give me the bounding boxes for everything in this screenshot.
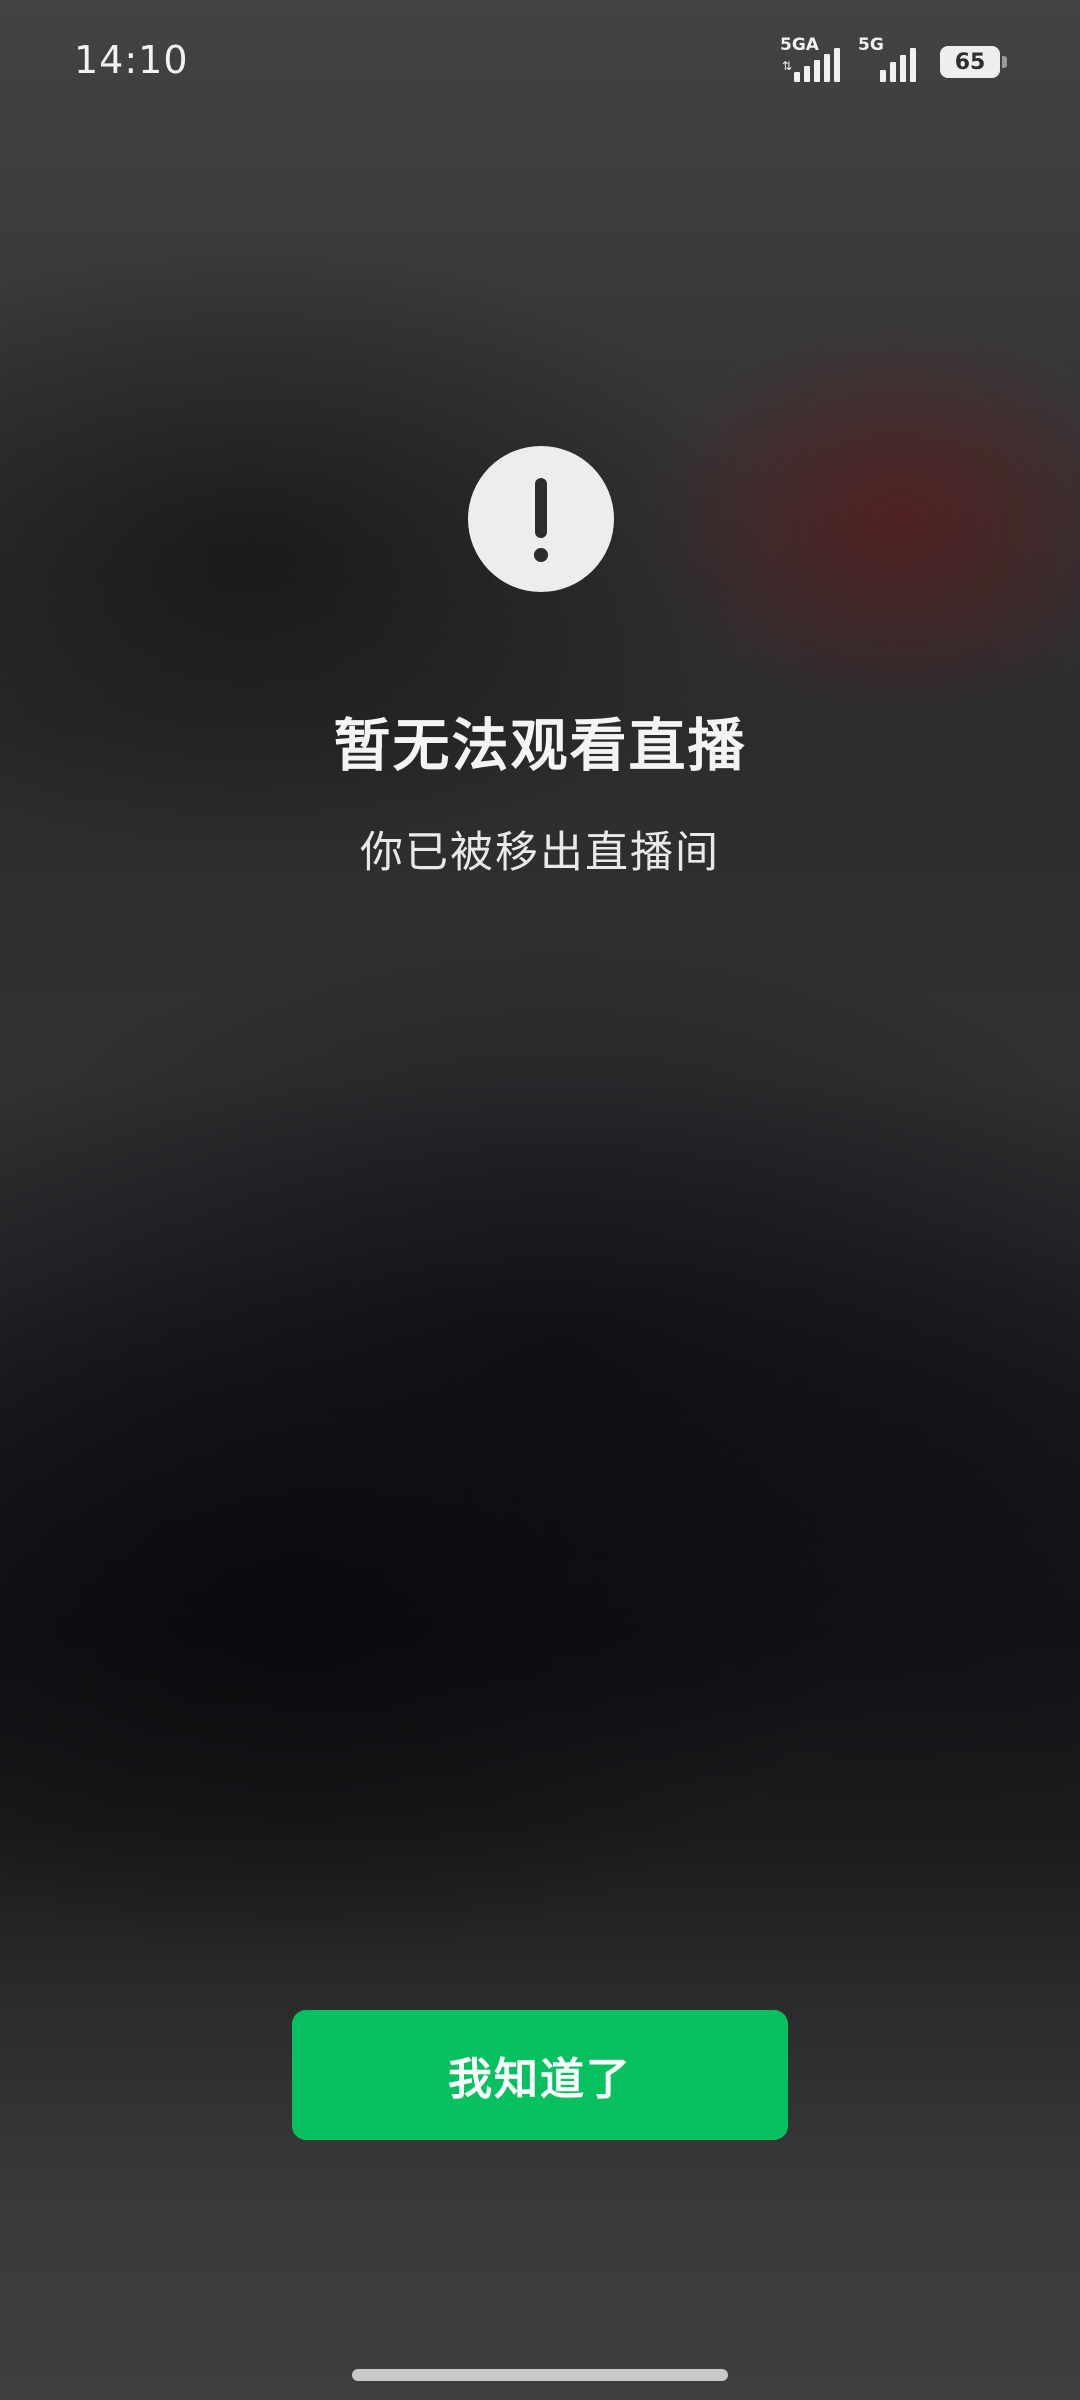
signal-icon [880, 48, 916, 82]
network-2-signal: 5G [858, 35, 916, 82]
status-time: 14:10 [74, 38, 189, 82]
network-1-label: 5GA [780, 35, 819, 55]
live-removed-screen: 14:10 5GA ⇅ 5G 65 暂无法观看直播 你已被移出直播间 我知道了 [0, 0, 1080, 2400]
dialog-message: 你已被移出直播间 [360, 828, 720, 878]
dialog-title: 暂无法观看直播 [333, 713, 747, 779]
network-2-label: 5G [858, 35, 884, 55]
battery-level: 65 [954, 49, 986, 75]
exclamation-icon [468, 446, 614, 592]
got-it-button[interactable]: 我知道了 [292, 2010, 788, 2140]
status-bar: 14:10 5GA ⇅ 5G 65 [0, 0, 1080, 124]
network-1-signal: 5GA ⇅ [780, 35, 840, 82]
home-indicator[interactable] [352, 2369, 728, 2381]
data-activity-icon: ⇅ [782, 59, 793, 73]
battery-icon: 65 [940, 46, 1007, 78]
status-icons: 5GA ⇅ 5G 65 [780, 35, 1007, 82]
